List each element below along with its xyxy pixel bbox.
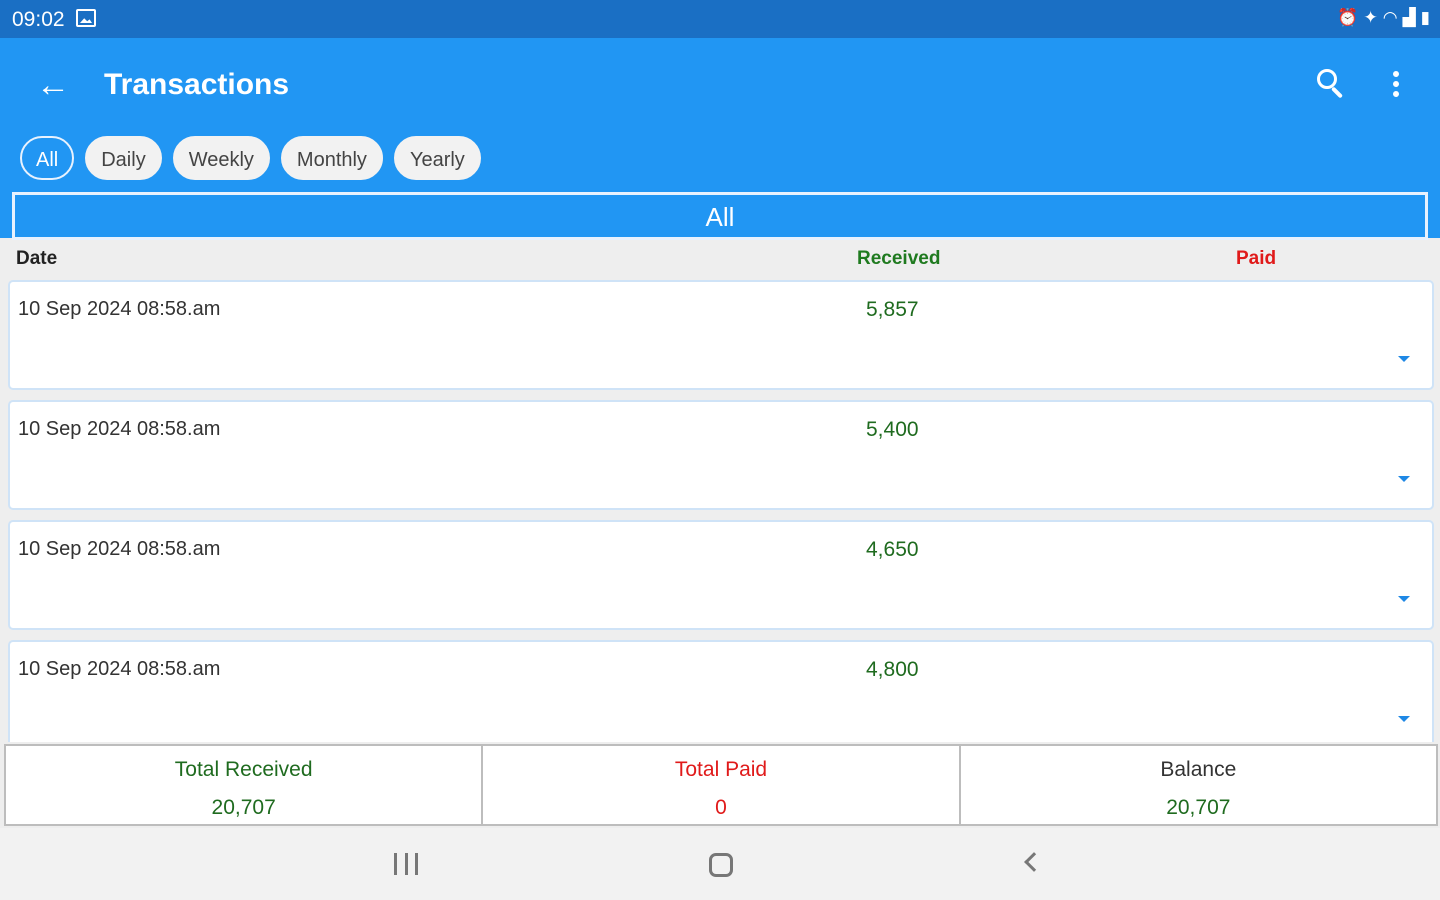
recents-bar bbox=[404, 853, 408, 875]
expand-caret-icon[interactable] bbox=[1398, 596, 1410, 602]
transaction-date: 10 Sep 2024 08:58.am bbox=[18, 658, 221, 680]
transaction-row[interactable]: 10 Sep 2024 08:58.am 5,400 bbox=[8, 400, 1434, 510]
more-dot bbox=[1393, 81, 1399, 87]
transaction-received: 4,800 bbox=[866, 658, 919, 681]
search-icon[interactable] bbox=[1314, 66, 1350, 102]
expand-caret-icon[interactable] bbox=[1398, 476, 1410, 482]
filter-chips: All Daily Weekly Monthly Yearly bbox=[20, 136, 481, 180]
alarm-icon: ⏰ bbox=[1337, 8, 1359, 27]
recents-bar bbox=[394, 853, 397, 875]
header-date: Date bbox=[16, 248, 58, 269]
header-received: Received bbox=[857, 248, 941, 269]
total-paid-cell: Total Paid 0 bbox=[483, 746, 961, 824]
recents-bar bbox=[415, 853, 418, 875]
balance-value: 20,707 bbox=[1166, 796, 1231, 819]
chip-weekly[interactable]: Weekly bbox=[172, 136, 270, 180]
status-time: 09:02 bbox=[12, 8, 65, 31]
more-vert-icon[interactable] bbox=[1386, 66, 1406, 102]
transaction-row[interactable]: 10 Sep 2024 08:58.am 5,857 bbox=[8, 280, 1434, 390]
status-bar: 09:02 ⏰ ✦ ◠ ▟ ▮ bbox=[0, 0, 1440, 38]
more-dot bbox=[1393, 71, 1399, 77]
column-header: Date Received Paid bbox=[0, 240, 1440, 278]
transaction-date: 10 Sep 2024 08:58.am bbox=[18, 298, 221, 320]
gallery-icon bbox=[76, 9, 96, 27]
chip-all[interactable]: All bbox=[20, 136, 75, 180]
transaction-received: 5,400 bbox=[866, 418, 919, 441]
transaction-row[interactable]: 10 Sep 2024 08:58.am 4,650 bbox=[8, 520, 1434, 630]
expand-caret-icon[interactable] bbox=[1398, 356, 1410, 362]
recents-icon[interactable] bbox=[394, 853, 418, 875]
totals-panel: Total Received 20,707 Total Paid 0 Balan… bbox=[4, 744, 1438, 826]
transaction-row[interactable]: 10 Sep 2024 08:58.am 4,800 bbox=[8, 640, 1434, 742]
home-icon[interactable] bbox=[709, 853, 733, 877]
status-icons: ⏰ ✦ ◠ ▟ ▮ bbox=[1337, 8, 1430, 28]
total-received-cell: Total Received 20,707 bbox=[6, 746, 484, 824]
system-nav-bar bbox=[0, 828, 1440, 900]
page-title: Transactions bbox=[104, 68, 290, 101]
battery-icon: ▮ bbox=[1420, 8, 1430, 27]
wifi-icon: ◠ bbox=[1382, 8, 1398, 27]
total-received-value: 20,707 bbox=[211, 796, 276, 819]
vibrate-icon: ✦ bbox=[1363, 8, 1378, 27]
transaction-list[interactable]: 10 Sep 2024 08:58.am 5,857 10 Sep 2024 0… bbox=[0, 278, 1440, 742]
chip-monthly[interactable]: Monthly bbox=[280, 136, 383, 180]
balance-label: Balance bbox=[1160, 758, 1237, 781]
chip-yearly[interactable]: Yearly bbox=[393, 136, 481, 180]
total-paid-label: Total Paid bbox=[674, 758, 768, 781]
balance-cell: Balance 20,707 bbox=[961, 746, 1436, 824]
transaction-received: 5,857 bbox=[866, 298, 919, 321]
expand-caret-icon[interactable] bbox=[1398, 716, 1410, 722]
transaction-received: 4,650 bbox=[866, 538, 919, 561]
header-paid: Paid bbox=[1236, 248, 1277, 269]
period-banner: All bbox=[12, 192, 1428, 240]
search-handle bbox=[1330, 86, 1344, 99]
signal-icon: ▟ bbox=[1402, 8, 1416, 27]
transaction-date: 10 Sep 2024 08:58.am bbox=[18, 418, 221, 440]
transaction-date: 10 Sep 2024 08:58.am bbox=[18, 538, 221, 560]
total-received-label: Total Received bbox=[174, 758, 313, 781]
more-dot bbox=[1393, 91, 1399, 97]
chip-daily[interactable]: Daily bbox=[85, 136, 162, 180]
nav-back-icon[interactable] bbox=[1024, 852, 1044, 872]
back-arrow-icon[interactable]: ← bbox=[36, 68, 76, 104]
total-paid-value: 0 bbox=[715, 796, 727, 819]
